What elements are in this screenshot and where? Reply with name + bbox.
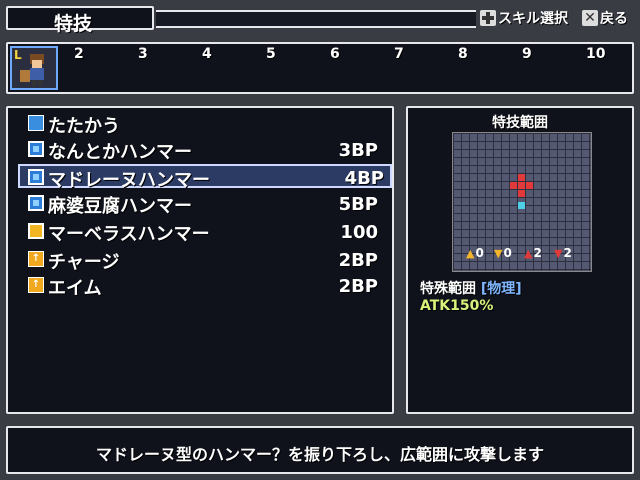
skill-cost: 5BP: [338, 194, 378, 215]
skill-list: たたかう なんとかハンマー 3BP マドレーヌハンマー 4BP 麻婆豆腐ハンマー…: [6, 106, 394, 414]
stat-value: 0: [475, 246, 484, 260]
skill-row[interactable]: ↑ チャージ 2BP: [22, 248, 384, 273]
party-slot-10[interactable]: 10: [586, 46, 605, 62]
skill-range-panel: 特技範囲 ▲ 0 ▼ 0 ▲ 2 ▼ 2 特殊範囲 [物理] ATK150%: [406, 106, 634, 414]
arrow-down-icon: ▼: [494, 246, 503, 260]
level-badge: L: [14, 48, 22, 62]
description-panel: マドレーヌ型のハンマー？を振り下ろし、広範囲に攻撃します: [6, 426, 634, 474]
skill-name: チャージ: [48, 252, 120, 273]
buff-icon: ↑: [28, 251, 44, 267]
skill-name: マドレーヌハンマー: [48, 170, 210, 191]
back-label: 戻る: [600, 11, 628, 27]
skill-row[interactable]: たたかう: [22, 112, 384, 137]
hammer-icon: [28, 169, 44, 185]
skill-row-selected[interactable]: マドレーヌハンマー 4BP: [18, 164, 392, 191]
skill-cost: 100: [340, 222, 378, 243]
skill-description: マドレーヌ型のハンマー？を振り下ろし、広範囲に攻撃します: [95, 445, 544, 464]
stat-value: 2: [563, 246, 572, 260]
range-type-label: 特殊範囲: [420, 281, 476, 297]
skill-name: マーベラスハンマー: [48, 224, 210, 245]
skill-row[interactable]: マーベラスハンマー 100: [22, 220, 384, 245]
sword-icon: [28, 115, 44, 131]
skill-select-hint[interactable]: スキル選択: [480, 8, 568, 28]
stat-def: ▼ 0: [494, 246, 512, 260]
hammer-icon: [28, 195, 44, 211]
skill-row[interactable]: 麻婆豆腐ハンマー 5BP: [22, 192, 384, 217]
back-hint[interactable]: ✕ 戻る: [582, 8, 628, 28]
range-cell: [510, 182, 517, 189]
range-cell: [518, 182, 525, 189]
title-panel: 特技: [6, 6, 154, 35]
arrow-down-icon: ▼: [554, 246, 563, 260]
stat-value: 2: [533, 246, 542, 260]
party-slot-4[interactable]: 4: [202, 46, 212, 62]
party-slot-9[interactable]: 9: [522, 46, 532, 62]
skill-cost: 2BP: [338, 276, 378, 297]
cancel-button-icon: ✕: [582, 10, 598, 26]
skill-select-label: スキル選択: [498, 11, 568, 27]
dpad-icon: [480, 10, 496, 26]
range-type: 特殊範囲 [物理]: [420, 278, 522, 298]
party-slot-7[interactable]: 7: [394, 46, 404, 62]
user-position-cell: [518, 202, 525, 209]
party-slot-8[interactable]: 8: [458, 46, 468, 62]
arrow-up-icon: ▲: [524, 246, 533, 260]
skill-row[interactable]: なんとかハンマー 3BP: [22, 138, 384, 163]
skill-name: なんとかハンマー: [48, 142, 192, 163]
party-slot-2[interactable]: 2: [74, 46, 84, 62]
range-cell: [518, 174, 525, 181]
skill-cost: 4BP: [344, 168, 384, 189]
party-bar: L 2 3 4 5 6 7 8 9 10: [6, 42, 634, 94]
stat-matk: ▲ 2: [524, 246, 542, 260]
stat-atk: ▲ 0: [466, 246, 484, 260]
stat-mdef: ▼ 2: [554, 246, 572, 260]
special-hammer-icon: [28, 223, 44, 239]
skill-name: エイム: [48, 278, 102, 299]
header-strip: [156, 10, 476, 28]
range-cell: [526, 182, 533, 189]
skill-cost: 3BP: [338, 140, 378, 161]
atk-multiplier: ATK150%: [420, 298, 494, 314]
stat-value: 0: [503, 246, 512, 260]
party-slot-3[interactable]: 3: [138, 46, 148, 62]
range-cell: [518, 190, 525, 197]
skill-name: 麻婆豆腐ハンマー: [48, 196, 192, 217]
skill-cost: 2BP: [338, 250, 378, 271]
party-slot-6[interactable]: 6: [330, 46, 340, 62]
damage-type-tag: [物理]: [480, 281, 522, 297]
buff-icon: ↑: [28, 277, 44, 293]
hammer-icon: [28, 141, 44, 157]
page-title: 特技: [54, 13, 93, 35]
party-slot-5[interactable]: 5: [266, 46, 276, 62]
party-slot-1[interactable]: L: [10, 46, 58, 90]
arrow-up-icon: ▲: [466, 246, 475, 260]
skill-name: たたかう: [48, 116, 120, 137]
skill-row[interactable]: ↑ エイム 2BP: [22, 274, 384, 299]
range-title: 特技範囲: [492, 115, 548, 131]
